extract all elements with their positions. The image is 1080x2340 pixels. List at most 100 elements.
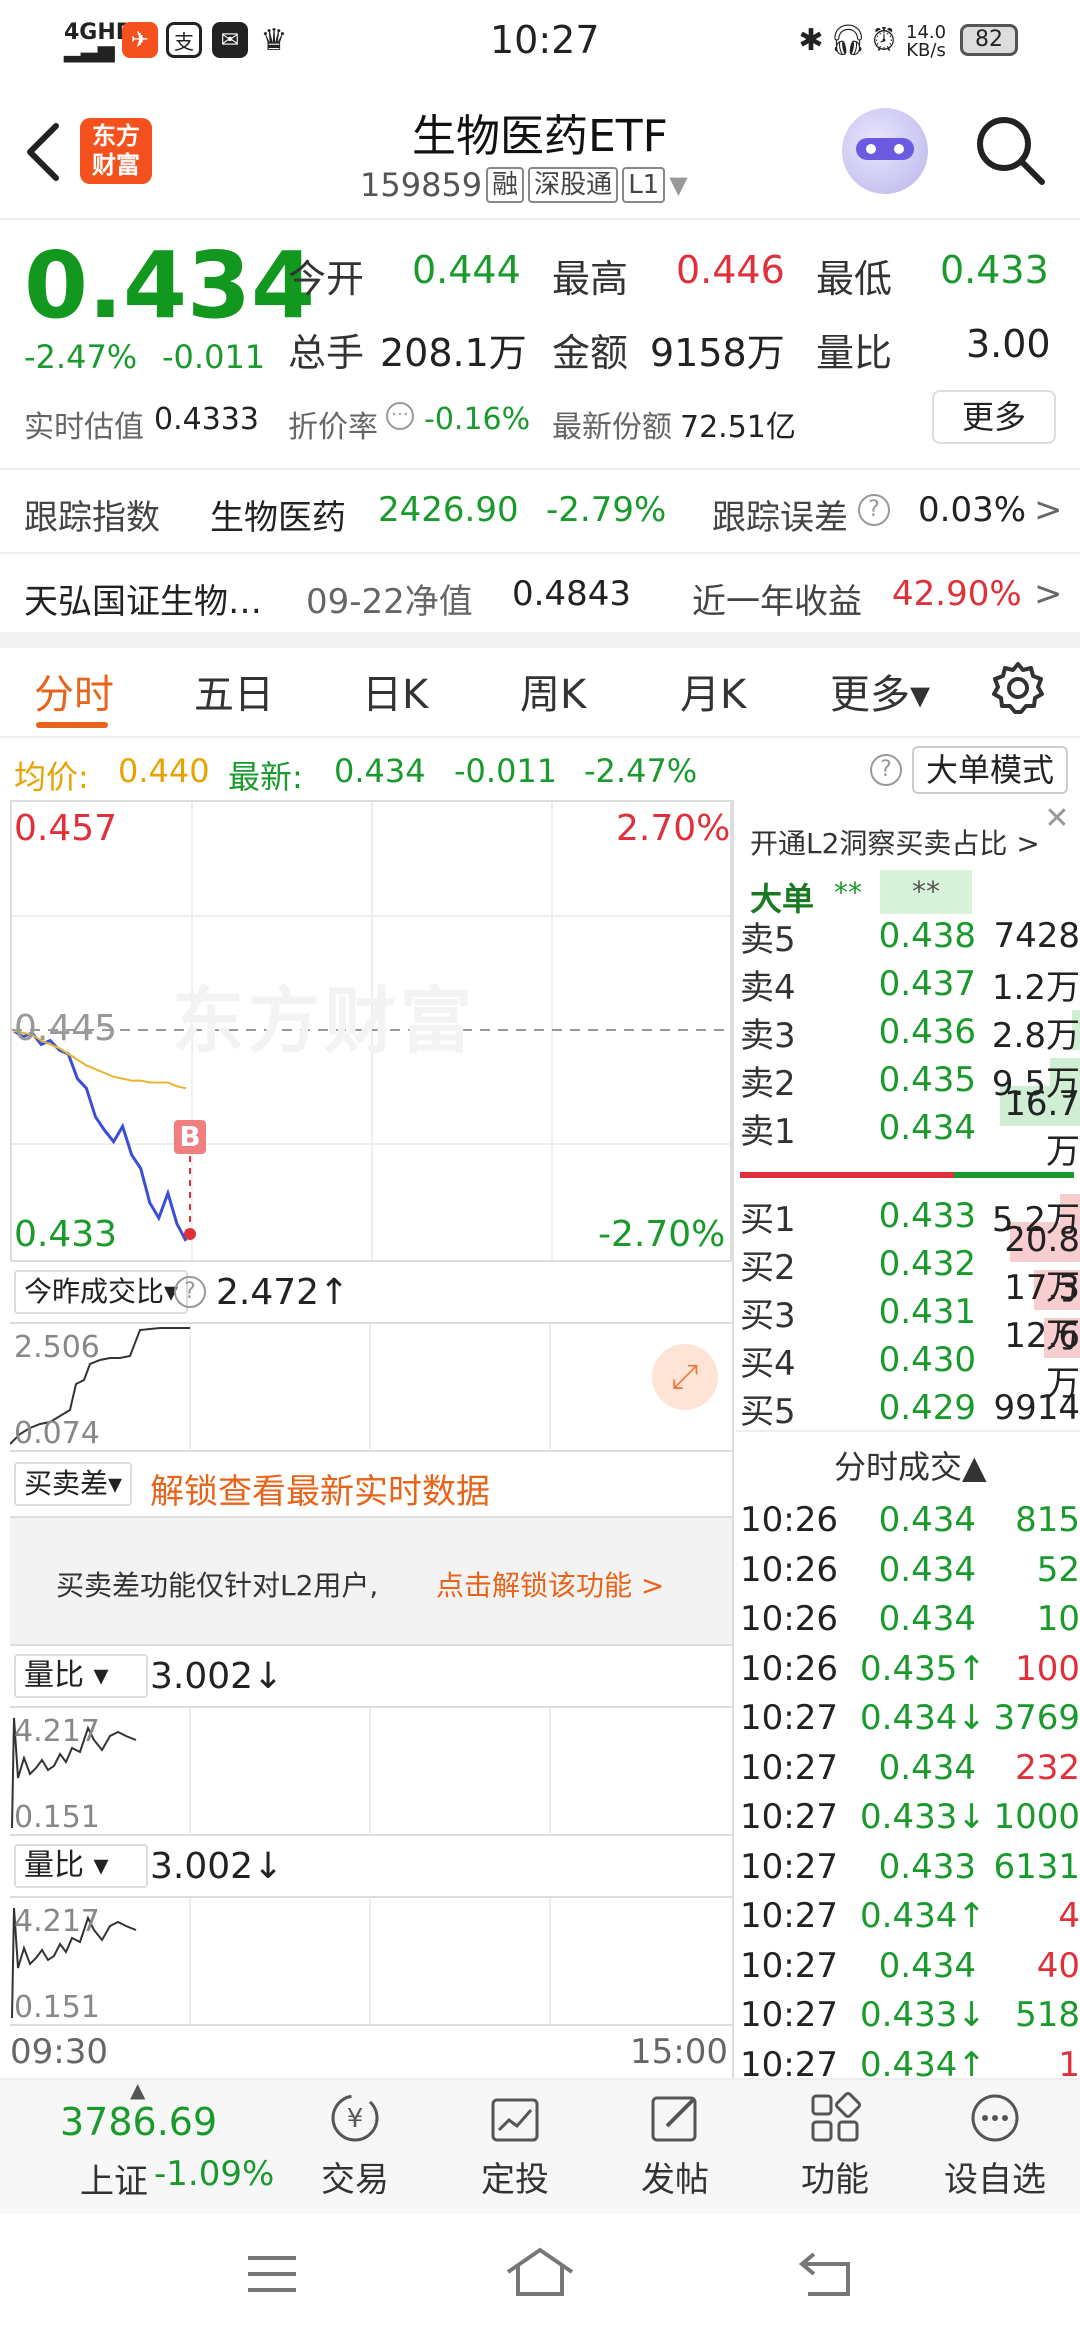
- trade-price: 0.435↑: [860, 1648, 986, 1689]
- close-icon[interactable]: ✕: [1040, 802, 1074, 836]
- price-line: [13, 1029, 188, 1242]
- index-value[interactable]: 3786.69: [60, 2100, 217, 2144]
- fund-arrow[interactable]: >: [1034, 574, 1063, 614]
- sub2-dropdown[interactable]: 买卖差▾: [14, 1462, 133, 1506]
- ask-label: 卖2: [740, 1063, 796, 1104]
- trade-volume: 518: [1015, 1995, 1080, 2035]
- trade-row: 10:26 0.434 52: [740, 1546, 1080, 1594]
- bluetooth-icon: ✱: [798, 22, 824, 58]
- trade-volume: 10: [1036, 1599, 1080, 1639]
- tab-five-day[interactable]: 五日: [194, 662, 274, 720]
- trade-price: 0.434: [878, 1747, 976, 1788]
- trade-price: 0.434: [878, 1599, 976, 1639]
- ask-label: 卖1: [740, 1111, 796, 1152]
- sub3-dropdown[interactable]: 量比 ▾: [14, 1654, 148, 1698]
- trade-row: 10:27 0.434↓ 3769: [740, 1694, 1080, 1742]
- l2-promo[interactable]: 开通L2洞察买卖占比 >: [750, 822, 1040, 862]
- low-label: 最低: [816, 257, 893, 301]
- bid-row[interactable]: 买4 0.430 12.6万: [740, 1316, 1080, 1404]
- settings-gear-icon[interactable]: [990, 660, 1046, 716]
- ask-row[interactable]: 卖5 0.438 7428: [740, 912, 1080, 960]
- unlock-link[interactable]: 点击解锁该功能 >: [436, 1564, 664, 1604]
- bid-volume-text: 9914: [993, 1388, 1080, 1428]
- volume-ratio-chart[interactable]: 2.506 0.074 ⤢: [10, 1322, 732, 1452]
- shares-label: 最新份额: [552, 410, 672, 445]
- help-icon[interactable]: ?: [174, 1276, 206, 1308]
- sub4-dropdown[interactable]: 量比 ▾: [14, 1844, 148, 1888]
- shares-value: 72.51亿: [680, 410, 796, 445]
- sub3-max: 4.217: [14, 1714, 100, 1749]
- sub4-min: 0.151: [14, 1990, 100, 2025]
- help-icon[interactable]: ?: [858, 494, 890, 526]
- unlock-title[interactable]: 解锁查看最新实时数据: [150, 1464, 490, 1513]
- nav-post[interactable]: 发帖: [610, 2090, 740, 2201]
- avg-value: 0.440: [118, 752, 210, 790]
- trade-time: 10:27: [740, 1698, 838, 1738]
- nav-functions[interactable]: 功能: [770, 2090, 900, 2201]
- level-tag: L1: [622, 167, 666, 203]
- tab-more[interactable]: 更多▾: [830, 662, 930, 720]
- volume-chart-1[interactable]: 4.217 0.151: [10, 1706, 732, 1836]
- current-price: 0.434: [24, 232, 316, 339]
- home-icon[interactable]: [504, 2246, 576, 2298]
- index-name[interactable]: 上证: [80, 2154, 148, 2203]
- ask-row[interactable]: 卖4 0.437 1.2万: [740, 960, 1080, 1008]
- sub1-min: 0.074: [14, 1416, 100, 1451]
- tab-weekly-k[interactable]: 周K: [520, 662, 586, 720]
- trade-price: 0.433: [878, 1846, 976, 1887]
- trade-price: 0.434: [878, 1945, 976, 1986]
- big-order-mode-button[interactable]: 大单模式: [912, 746, 1068, 794]
- trade-time: 10:26: [740, 1599, 838, 1639]
- pay-notify-icon: 支: [166, 22, 202, 58]
- nav-watchlist[interactable]: 设自选: [930, 2090, 1060, 2201]
- trade-price: 0.434↓: [860, 1698, 986, 1738]
- tab-daily-k[interactable]: 日K: [362, 662, 428, 720]
- info-dots-icon[interactable]: ···: [386, 402, 414, 430]
- search-icon[interactable]: [972, 112, 1048, 188]
- yield-value: 42.90%: [892, 574, 1022, 614]
- bid-price: 0.431: [878, 1292, 976, 1332]
- sub1-dropdown[interactable]: 今昨成交比▾: [14, 1270, 189, 1314]
- intraday-chart[interactable]: 东方财富 0.457 2.70% 0.445 0.433 -2.70% B: [10, 800, 732, 1262]
- crown-notify-icon: ♛: [260, 22, 288, 58]
- nav-trade[interactable]: ¥ 交易: [290, 2090, 420, 2201]
- ask-row[interactable]: 卖1 0.434 16.7万: [740, 1084, 1080, 1172]
- locked-notice: 买卖差功能仅针对L2用户,: [56, 1569, 379, 1602]
- tracking-arrow[interactable]: >: [1034, 490, 1063, 530]
- stock-subtitle[interactable]: 159859 融 深股通 L1 ▼: [360, 166, 688, 204]
- iopv-label: 实时估值: [24, 410, 144, 445]
- tracking-index-value: 2426.90: [378, 490, 519, 530]
- tracking-error-value: 0.03%: [918, 490, 1027, 530]
- ask-row[interactable]: 卖3 0.436 2.8万: [740, 1008, 1080, 1056]
- ask-label: 卖5: [740, 919, 796, 960]
- more-button[interactable]: 更多: [932, 390, 1056, 444]
- mail-notify-icon: ✉: [212, 22, 248, 58]
- bid-row[interactable]: 买5 0.429 9914: [740, 1384, 1080, 1432]
- menu-icon[interactable]: [244, 2252, 300, 2296]
- headphones-icon: 🎧︎: [828, 22, 868, 58]
- trade-volume: 1000: [993, 1797, 1080, 1837]
- help-icon[interactable]: ?: [870, 754, 902, 786]
- nav-functions-label: 功能: [801, 2160, 869, 2200]
- trade-time: 10:26: [740, 1648, 838, 1689]
- tracking-index-change: -2.79%: [546, 490, 667, 530]
- nav-invest[interactable]: 定投: [450, 2090, 580, 2201]
- buy-marker[interactable]: B: [174, 1120, 206, 1154]
- assistant-avatar[interactable]: [842, 108, 928, 194]
- sub3-value: 3.002↓: [150, 1656, 284, 1697]
- tab-monthly-k[interactable]: 月K: [680, 662, 746, 720]
- volume-chart-2[interactable]: 4.217 0.151: [10, 1896, 732, 2026]
- tracking-index-name[interactable]: 生物医药: [210, 490, 346, 539]
- bid-price: 0.432: [878, 1244, 976, 1284]
- avg-label: 均价:: [14, 758, 89, 796]
- trade-volume: 3769: [993, 1698, 1080, 1738]
- trade-row: 10:26 0.435↑ 100: [740, 1645, 1080, 1693]
- back-nav-icon[interactable]: [796, 2250, 856, 2298]
- fund-name[interactable]: 天弘国证生物…: [24, 574, 262, 623]
- trades-title[interactable]: 分时成交▲: [834, 1442, 987, 1488]
- expand-icon[interactable]: ⤢: [652, 1344, 718, 1410]
- iopv-value: 0.4333: [154, 402, 259, 437]
- bid-volume: 9914: [976, 1388, 1080, 1428]
- margin-tag: 融: [486, 167, 525, 203]
- tab-intraday[interactable]: 分时: [34, 662, 114, 720]
